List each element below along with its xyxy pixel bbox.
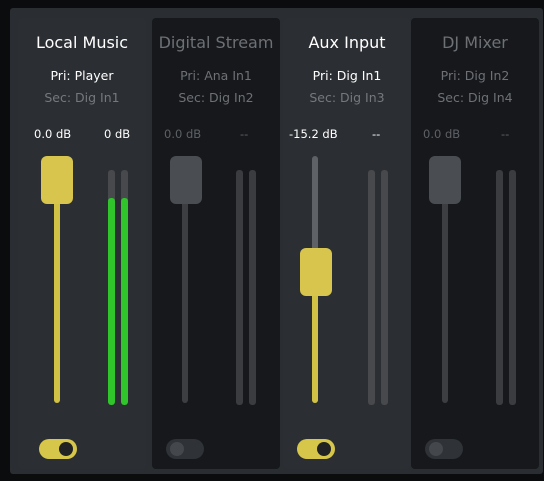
toggle-switch-icon xyxy=(429,442,443,456)
level-meter-right xyxy=(509,170,516,405)
channel-name: Aux Input xyxy=(308,33,386,52)
meter-value: -- xyxy=(372,127,381,141)
primary-source: Pri: Dig In1 xyxy=(312,68,382,83)
mixer-panel: Local Music Pri: Player Sec: Dig In1 0.0… xyxy=(10,8,543,474)
level-meter-right xyxy=(249,170,256,405)
secondary-source: Sec: Dig In1 xyxy=(44,90,120,105)
primary-source: Pri: Player xyxy=(50,68,114,83)
meter-fill xyxy=(108,198,115,405)
meter-fill xyxy=(121,198,128,405)
channel-name: DJ Mixer xyxy=(442,33,508,52)
primary-source: Pri: Dig In2 xyxy=(440,68,510,83)
fader-handle[interactable] xyxy=(170,156,202,204)
fader-handle[interactable] xyxy=(41,156,73,204)
channel-enable-toggle[interactable] xyxy=(166,439,204,459)
fader-value: -15.2 dB xyxy=(289,127,338,141)
toggle-switch-icon xyxy=(317,442,331,456)
fader-handle[interactable] xyxy=(429,156,461,204)
channel-enable-toggle[interactable] xyxy=(297,439,335,459)
secondary-source: Sec: Dig In4 xyxy=(437,90,513,105)
channel-enable-toggle[interactable] xyxy=(39,439,77,459)
meter-value: -- xyxy=(240,127,249,141)
level-meter-left xyxy=(496,170,503,405)
level-meter-right xyxy=(381,170,388,405)
level-meter-left xyxy=(108,170,115,405)
channel-digital-stream: Digital Stream Pri: Ana In1 Sec: Dig In2… xyxy=(152,18,280,469)
level-meter-left xyxy=(368,170,375,405)
secondary-source: Sec: Dig In2 xyxy=(178,90,254,105)
fader-value: 0.0 dB xyxy=(34,127,72,141)
level-meter-left xyxy=(236,170,243,405)
channel-dj-mixer: DJ Mixer Pri: Dig In2 Sec: Dig In4 0.0 d… xyxy=(411,18,539,469)
fader-handle[interactable] xyxy=(300,247,332,296)
channel-enable-toggle[interactable] xyxy=(425,439,463,459)
fader-value: 0.0 dB xyxy=(164,127,202,141)
toggle-switch-icon xyxy=(59,442,73,456)
secondary-source: Sec: Dig In3 xyxy=(309,90,385,105)
channel-name: Local Music xyxy=(35,33,129,52)
fader-value: 0.0 dB xyxy=(423,127,461,141)
meter-value: -- xyxy=(501,127,510,141)
channel-name: Digital Stream xyxy=(158,33,274,52)
level-meter-right xyxy=(121,170,128,405)
meter-value: 0 dB xyxy=(104,127,131,141)
primary-source: Pri: Ana In1 xyxy=(180,68,252,83)
toggle-switch-icon xyxy=(170,442,184,456)
channel-aux-input: Aux Input Pri: Dig In1 Sec: Dig In3 -15.… xyxy=(283,18,411,469)
channel-local-music: Local Music Pri: Player Sec: Dig In1 0.0… xyxy=(18,18,146,469)
